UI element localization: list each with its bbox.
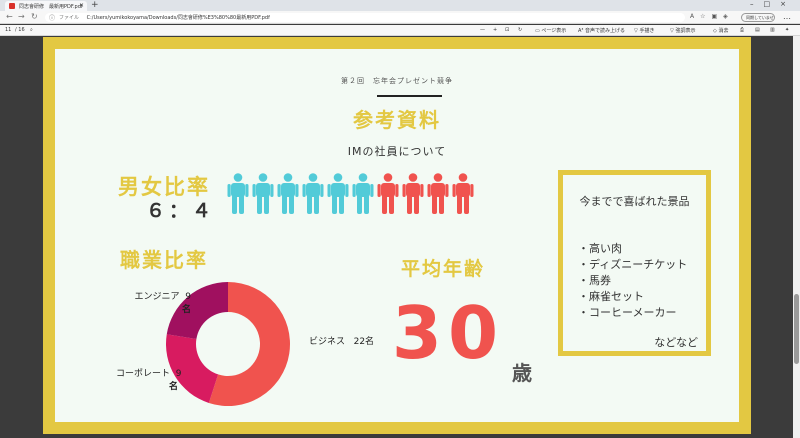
url-field[interactable]: ⓘ ファイル C:/Users/yumikokoyama/Downloads/同… xyxy=(45,13,685,22)
read-aloud-button[interactable]: A³ 音声で読み上げる xyxy=(578,27,625,34)
list-item: ・コーヒーメーカー xyxy=(578,306,677,319)
male-person-icon xyxy=(227,173,249,214)
donut-label-corporate-name: コーポレート xyxy=(116,369,171,379)
list-item: ・ディズニーチケット xyxy=(578,258,688,271)
info-icon: ⓘ xyxy=(49,15,56,22)
slide-title: 参考資料 xyxy=(353,108,441,132)
highlight-button[interactable]: ▽ 強調表示 xyxy=(670,27,695,34)
rotate-icon[interactable]: ↻ xyxy=(518,27,522,33)
read-aloud-label: 音声で読み上げる xyxy=(585,28,626,34)
donut-label-business-count: 22名 xyxy=(353,337,375,347)
tab-bar: 同志會研修 最新用PDF.pdf × + –□× xyxy=(0,0,800,11)
browser-tab-title: 同志會研修 最新用PDF.pdf xyxy=(19,4,83,10)
prize-box-footer: などなど xyxy=(654,336,698,349)
prize-list: ・高い肉 ・ディズニーチケット ・馬券 ・麻雀セット ・コーヒーメーカー xyxy=(578,241,687,321)
donut-label-corporate: コーポレート 9 名 xyxy=(116,366,181,392)
male-person-icon xyxy=(302,173,324,214)
donut-label-corporate-count: 9 xyxy=(175,369,182,379)
scrollbar[interactable] xyxy=(793,36,800,438)
list-item: ・高い肉 xyxy=(578,242,622,255)
pdf-file-icon xyxy=(9,3,15,9)
url-text: C:/Users/yumikokoyama/Downloads/同志會研修%E3… xyxy=(86,15,270,21)
male-person-icon xyxy=(277,173,299,214)
donut-label-business-name: ビジネス xyxy=(309,337,346,347)
url-scheme-label: ファイル xyxy=(59,15,80,21)
average-age-title: 平均年齢 xyxy=(401,258,486,280)
page-number-input[interactable]: 11 xyxy=(5,27,11,33)
donut-label-business: ビジネス 22名 xyxy=(309,334,374,347)
zoom-out-button[interactable]: — xyxy=(480,27,485,33)
people-pictogram xyxy=(227,173,477,221)
female-person-icon xyxy=(452,173,474,214)
forward-icon[interactable]: → xyxy=(18,12,25,21)
female-person-icon xyxy=(377,173,399,214)
favorite-icon[interactable]: ☆ xyxy=(700,13,711,20)
back-icon[interactable]: ← xyxy=(6,12,13,21)
search-icon[interactable]: ⌕ xyxy=(30,27,33,33)
read-aloud-icon[interactable]: A xyxy=(690,13,700,20)
draw-label: 手描き xyxy=(639,28,655,34)
print-icon[interactable]: ⎙ xyxy=(740,27,744,33)
save-as-icon[interactable]: ▥ xyxy=(770,27,775,33)
donut-label-engineer: エンジニア 9 名 xyxy=(129,289,191,315)
list-item: ・馬券 xyxy=(578,274,611,287)
highlight-label: 強調表示 xyxy=(675,28,696,34)
average-age-value: 30 xyxy=(392,302,504,368)
average-age-unit: 歳 xyxy=(512,361,532,385)
draw-button[interactable]: ▽ 手描き xyxy=(634,27,654,34)
profile-button[interactable]: 同期していません xyxy=(741,13,775,22)
female-person-icon xyxy=(402,173,424,214)
window-controls[interactable]: –□× xyxy=(750,0,796,8)
erase-button[interactable]: ◇ 消去 xyxy=(713,27,728,34)
donut-label-engineer-unit: 名 xyxy=(181,305,191,315)
address-bar-icons[interactable]: A☆▣◈ xyxy=(690,13,734,20)
close-tab-icon[interactable]: × xyxy=(79,2,84,9)
more-menu-icon[interactable]: … xyxy=(783,12,791,21)
slide-content: 第２回 忘年会プレゼント競争 参考資料 IMの社員について 男女比率 ６：４ 職… xyxy=(55,49,739,422)
read-aloud-icon: A³ xyxy=(578,28,586,34)
page-view-label: ページ表示 xyxy=(541,28,567,34)
male-person-icon xyxy=(252,173,274,214)
list-item: ・麻雀セット xyxy=(578,290,644,303)
pdf-toolbar: 11 / 16 ⌕ — + ⊡ ↻ ▭ ページ表示 A³ 音声で読み上げる ▽ … xyxy=(0,25,800,36)
page-total: / 16 xyxy=(15,27,25,33)
scrollbar-thumb[interactable] xyxy=(794,294,799,364)
male-person-icon xyxy=(352,173,374,214)
pin-icon[interactable]: ✦ xyxy=(785,27,789,33)
collections-icon[interactable]: ▣ xyxy=(712,13,724,20)
occupation-ratio-title: 職業比率 xyxy=(120,248,208,272)
extensions-icon[interactable]: ◈ xyxy=(723,13,734,20)
reload-icon[interactable]: ↻ xyxy=(31,12,38,21)
address-bar: ← → ↻ ⓘ ファイル C:/Users/yumikokoyama/Downl… xyxy=(0,11,800,24)
gender-ratio-value: ６：４ xyxy=(146,200,216,222)
title-divider xyxy=(377,95,442,97)
erase-label: 消去 xyxy=(718,28,729,34)
browser-tab[interactable]: 同志會研修 最新用PDF.pdf × xyxy=(5,1,87,11)
save-icon[interactable]: ▤ xyxy=(755,27,760,33)
slide-intro: IMの社員について xyxy=(347,145,447,158)
average-age-number: 30 xyxy=(392,302,504,368)
prize-box-title: 今までで喜ばれた景品 xyxy=(579,195,690,208)
male-person-icon xyxy=(327,173,349,214)
donut-label-engineer-count: 9 xyxy=(185,292,191,302)
donut-label-engineer-name: エンジニア xyxy=(134,292,180,302)
pdf-page: 第２回 忘年会プレゼント競争 参考資料 IMの社員について 男女比率 ６：４ 職… xyxy=(43,37,751,434)
donut-label-corporate-unit: 名 xyxy=(168,382,178,392)
female-person-icon xyxy=(427,173,449,214)
fit-page-icon[interactable]: ⊡ xyxy=(505,27,509,33)
zoom-in-button[interactable]: + xyxy=(493,27,497,33)
slide-subtitle: 第２回 忘年会プレゼント競争 xyxy=(341,77,453,85)
prize-box: 今までで喜ばれた景品 ・高い肉 ・ディズニーチケット ・馬券 ・麻雀セット ・コ… xyxy=(558,170,711,356)
new-tab-button[interactable]: + xyxy=(91,0,99,10)
page-view-button[interactable]: ▭ ページ表示 xyxy=(535,27,566,34)
